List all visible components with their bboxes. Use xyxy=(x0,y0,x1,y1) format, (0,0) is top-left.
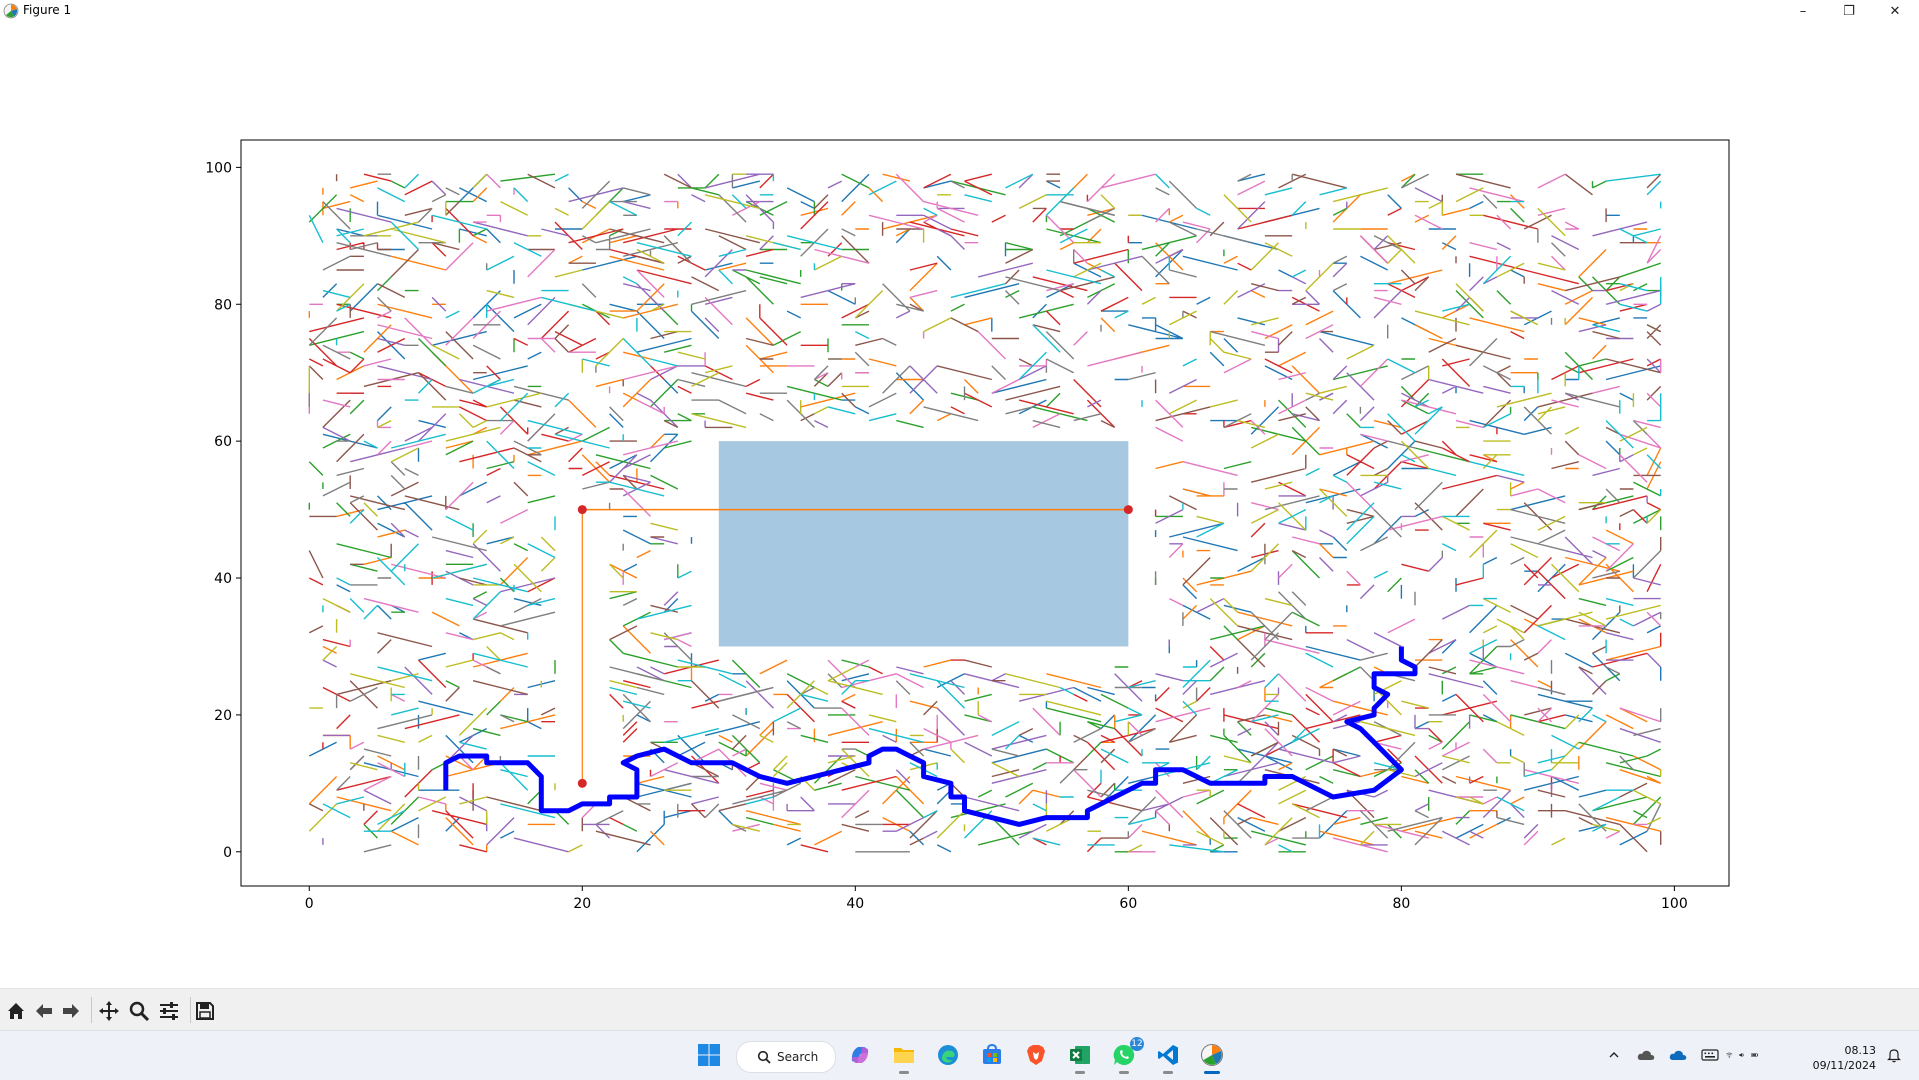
matplotlib-taskbar-button[interactable] xyxy=(1196,1039,1228,1074)
store-icon xyxy=(983,1043,1001,1064)
excel-icon xyxy=(1070,1046,1090,1064)
tray-overflow-button[interactable] xyxy=(1598,1039,1630,1071)
pan-icon xyxy=(99,1001,119,1021)
bell-icon xyxy=(1887,1049,1901,1063)
y-tick-label: 0 xyxy=(223,845,232,861)
start-icon xyxy=(698,1044,720,1066)
obstacle-0 xyxy=(718,441,1129,647)
zoom-button[interactable] xyxy=(127,999,151,1023)
battery-icon xyxy=(1750,1053,1758,1057)
chevron-up-icon xyxy=(1609,1052,1619,1058)
pan-button[interactable] xyxy=(97,999,121,1023)
cloud-icon xyxy=(1637,1050,1655,1060)
x-tick-label: 80 xyxy=(1392,896,1410,912)
copilot-button[interactable] xyxy=(844,1039,876,1071)
wifi-icon xyxy=(1726,1052,1733,1058)
save-button[interactable] xyxy=(193,999,217,1023)
active-indicator xyxy=(1204,1071,1220,1074)
save-icon xyxy=(196,1002,214,1020)
edge-button[interactable] xyxy=(932,1039,964,1071)
plot-svg[interactable]: 0 20 40 60 80 100 0 20 40 60 80 100 xyxy=(0,22,1919,988)
toolbar-separator xyxy=(91,997,92,1023)
y-tick-label: 80 xyxy=(214,297,232,313)
running-indicator xyxy=(1075,1071,1085,1074)
brave-icon xyxy=(1027,1045,1045,1065)
y-tick-label: 40 xyxy=(214,571,232,587)
keyboard-button[interactable] xyxy=(1694,1039,1726,1071)
maximize-icon: ❐ xyxy=(1843,3,1855,19)
close-button[interactable]: ✕ xyxy=(1872,0,1918,22)
onedrive-icon xyxy=(1669,1050,1687,1060)
point-marker-0 xyxy=(577,505,587,515)
search-icon xyxy=(757,1050,771,1064)
configure-subplots-button[interactable] xyxy=(157,999,181,1023)
onedrive-business-button[interactable] xyxy=(1662,1039,1694,1071)
home-icon xyxy=(8,1003,24,1019)
toolbar-separator xyxy=(190,997,191,1023)
x-tick-label: 100 xyxy=(1661,896,1688,912)
forward-icon xyxy=(63,1004,79,1018)
y-tick-label: 60 xyxy=(214,434,232,450)
configure-icon xyxy=(160,1002,178,1020)
home-button[interactable] xyxy=(4,999,28,1023)
point-marker-1 xyxy=(1123,505,1133,515)
x-tick-label: 20 xyxy=(573,896,591,912)
copilot-icon xyxy=(851,1047,869,1063)
x-tick-label: 60 xyxy=(1119,896,1137,912)
running-indicator xyxy=(1163,1071,1173,1074)
running-indicator xyxy=(899,1071,909,1074)
whatsapp-button[interactable]: 12 xyxy=(1108,1037,1144,1074)
running-indicator xyxy=(1119,1071,1129,1074)
file-explorer-icon xyxy=(894,1048,914,1063)
y-tick-label: 20 xyxy=(214,708,232,724)
matplotlib-toolbar xyxy=(0,988,1919,1031)
y-tick-label: 100 xyxy=(205,160,232,176)
point-marker-2 xyxy=(577,778,587,788)
matplotlib-icon xyxy=(1201,1044,1223,1066)
vscode-icon xyxy=(1158,1045,1178,1065)
volume-icon xyxy=(1739,1052,1744,1058)
forward-button[interactable] xyxy=(59,999,83,1023)
back-button[interactable] xyxy=(32,999,56,1023)
close-icon: ✕ xyxy=(1889,3,1901,19)
x-tick-label: 0 xyxy=(305,896,314,912)
brave-button[interactable] xyxy=(1020,1039,1052,1071)
taskbar-search[interactable]: Search xyxy=(736,1041,836,1073)
clock-date[interactable]: 09/11/2024 xyxy=(1800,1059,1876,1072)
maximize-button[interactable]: ❐ xyxy=(1826,0,1872,22)
window-title: Figure 1 xyxy=(23,3,72,17)
notifications-button[interactable] xyxy=(1878,1039,1910,1071)
matplotlib-icon xyxy=(3,3,19,19)
onedrive-personal-button[interactable] xyxy=(1630,1039,1662,1071)
vscode-button[interactable] xyxy=(1152,1039,1184,1074)
excel-button[interactable] xyxy=(1064,1039,1096,1074)
clock-time[interactable]: 08.13 xyxy=(1800,1044,1877,1057)
minimize-icon: – xyxy=(1799,3,1807,19)
x-axis: 0 20 40 60 80 100 xyxy=(305,886,1688,912)
window-titlebar[interactable]: Figure 1 – ❐ ✕ xyxy=(0,0,1919,22)
windows-taskbar: Search 12 08.13 09/11/2024 xyxy=(0,1030,1919,1080)
back-icon xyxy=(36,1004,52,1018)
search-label: Search xyxy=(777,1050,819,1064)
keyboard-icon xyxy=(1701,1049,1719,1061)
quick-settings-button[interactable] xyxy=(1726,1039,1758,1071)
edge-icon xyxy=(938,1045,958,1065)
notification-badge: 12 xyxy=(1130,1037,1144,1051)
file-explorer-button[interactable] xyxy=(888,1039,920,1074)
x-tick-label: 40 xyxy=(846,896,864,912)
figure-canvas[interactable]: 0 20 40 60 80 100 0 20 40 60 80 100 xyxy=(0,22,1919,988)
start-button[interactable] xyxy=(693,1039,725,1071)
minimize-button[interactable]: – xyxy=(1780,0,1826,22)
zoom-icon xyxy=(129,1001,150,1022)
store-button[interactable] xyxy=(976,1039,1008,1071)
y-axis: 0 20 40 60 80 100 xyxy=(205,160,241,861)
